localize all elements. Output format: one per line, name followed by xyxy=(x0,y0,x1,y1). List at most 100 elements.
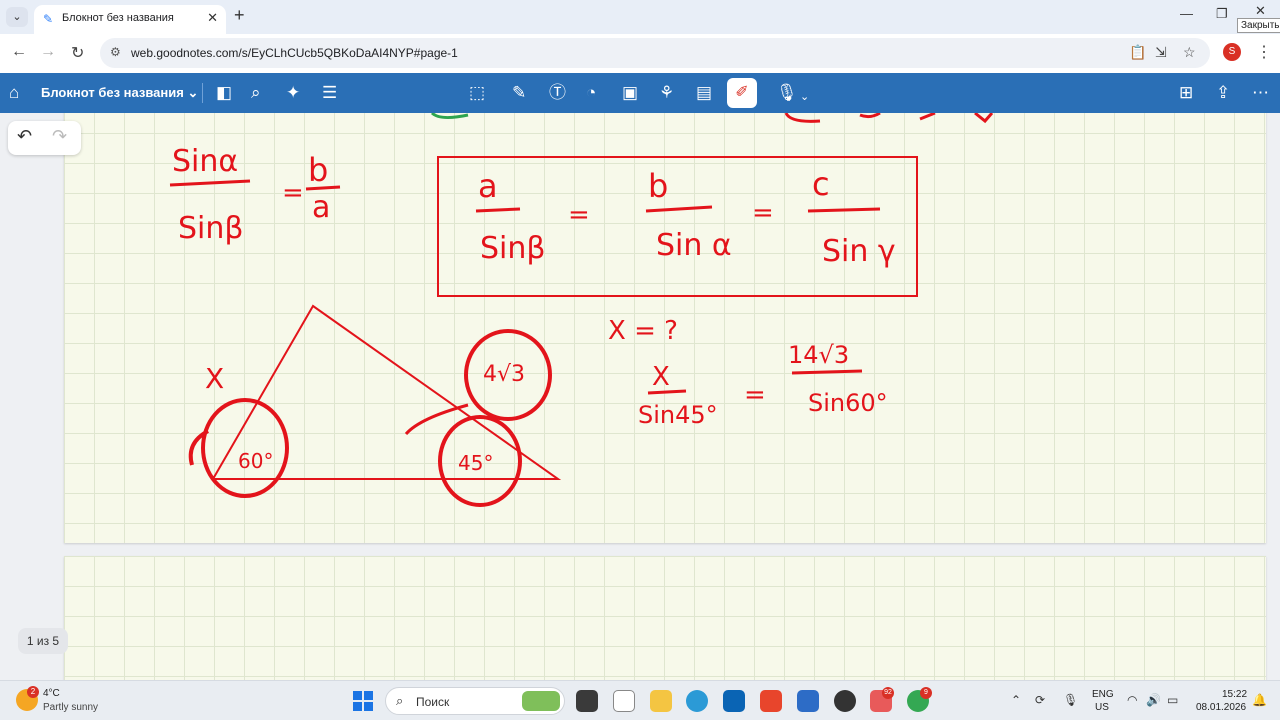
edge-browser-icon[interactable] xyxy=(686,690,708,712)
partial-ink-top xyxy=(784,113,994,124)
shape-tool-icon[interactable]: ◔ xyxy=(586,82,596,104)
undo-icon[interactable]: ↶ xyxy=(17,126,32,147)
ink-box-c-den: Sin γ xyxy=(822,234,896,269)
laser-pointer-tool-icon[interactable]: ✐ xyxy=(727,78,757,108)
task-view-app-icon[interactable] xyxy=(576,690,598,712)
redo-icon[interactable]: ↷ xyxy=(52,126,67,147)
window-close-button[interactable]: ✕ xyxy=(1255,3,1266,19)
sync-icon[interactable]: ⟳ xyxy=(1035,693,1045,707)
tab-search-chevron-icon[interactable]: ⌄ xyxy=(6,7,28,27)
more-options-icon[interactable]: ⋯ xyxy=(1252,82,1269,104)
minimize-button[interactable]: — xyxy=(1180,6,1193,21)
omnibox[interactable]: ⚙ web.goodnotes.com/s/EyCLhCUcb5QBKoDaAI… xyxy=(100,38,1210,68)
sticky-note-icon[interactable]: ▤ xyxy=(696,82,712,104)
notebook-title[interactable]: Блокнот без названия ⌄ xyxy=(41,85,198,101)
chrome-badge: 9 xyxy=(920,687,932,699)
ink-angle-60: 60° xyxy=(238,449,273,473)
microphone-icon[interactable]: 🎙 xyxy=(776,82,798,104)
windows-taskbar: 2 4°C Partly sunny ⌕ Поиск 92 9 ⌃ ⟳ 🎙 EN… xyxy=(0,680,1280,720)
ink-top-left-num: Sinα xyxy=(172,144,238,179)
media-app-icon[interactable] xyxy=(834,690,856,712)
sidebar-toggle-icon[interactable]: ◧ xyxy=(216,82,232,104)
ink-top-left-rhs-den: a xyxy=(312,190,330,225)
start-button[interactable] xyxy=(353,691,373,711)
telegram-badge: 92 xyxy=(882,687,894,699)
goodnotes-toolbar: ⌂ Блокнот без названия ⌄ ◧ ⌕ ✦ ☰ ⬚ ✎ Ⓣ ◔… xyxy=(0,73,1280,113)
browser-tab[interactable]: ✎ Блокнот без названия ✕ xyxy=(34,5,226,34)
temperature[interactable]: 4°C xyxy=(43,688,60,699)
home-icon[interactable]: ⌂ xyxy=(9,82,19,104)
language-region[interactable]: US xyxy=(1095,702,1109,713)
law-of-sines-box xyxy=(437,156,918,297)
file-explorer-icon[interactable] xyxy=(650,690,672,712)
text-tool-icon[interactable]: Ⓣ xyxy=(549,82,566,104)
inkscape-app-icon[interactable] xyxy=(613,690,635,712)
pen-tool-icon[interactable]: ✎ xyxy=(512,82,526,104)
handwriting-layer: Sinα Sinβ = b a a Sinβ = b Sin α = c Sin… xyxy=(169,113,994,507)
angle-60-circle xyxy=(201,398,289,498)
tab-close-icon[interactable]: ✕ xyxy=(207,10,218,26)
reload-icon[interactable]: ↻ xyxy=(71,43,84,63)
page-indicator: 1 из 5 xyxy=(18,628,68,654)
forward-icon[interactable]: → xyxy=(40,43,56,61)
clipboard-icon[interactable]: 📋 xyxy=(1129,44,1146,61)
new-tab-button[interactable]: + xyxy=(234,5,245,26)
ink-prop-rhs-num: 14√3 xyxy=(788,341,849,369)
ink-side-label: X xyxy=(205,362,224,395)
close-tooltip: Закрыть xyxy=(1237,18,1280,33)
address-bar-row: ← → ↻ ⚙ web.goodnotes.com/s/EyCLhCUcb5QB… xyxy=(0,34,1280,72)
mic-dropdown-chevron-icon[interactable]: ⌄ xyxy=(800,86,809,108)
language-code[interactable]: ENG xyxy=(1092,689,1114,700)
share-icon[interactable]: ⇪ xyxy=(1216,82,1230,104)
notebook-canvas[interactable]: Sinα Sinβ = b a a Sinβ = b Sin α = c Sin… xyxy=(0,113,1280,680)
ink-box-eq2: = xyxy=(752,198,774,228)
profile-avatar[interactable]: S xyxy=(1223,43,1241,61)
fraction-bar-c xyxy=(807,207,881,213)
fraction-bar-a xyxy=(475,207,521,213)
clock-time[interactable]: 15:22 xyxy=(1222,689,1247,700)
search-icon: ⌕ xyxy=(396,693,404,708)
clock-date[interactable]: 08.01.2026 xyxy=(1196,702,1246,713)
ai-sparkle-icon[interactable]: ✦ xyxy=(286,82,300,104)
outlook-icon[interactable] xyxy=(723,690,745,712)
tab-title: Блокнот без названия xyxy=(62,12,174,24)
weather-badge: 2 xyxy=(27,686,39,698)
lasso-select-icon[interactable]: ⬚ xyxy=(469,82,485,104)
search-icon[interactable]: ⌕ xyxy=(251,82,261,104)
taskbar-search[interactable]: ⌕ Поиск xyxy=(385,687,565,715)
elements-tool-icon[interactable]: ⚘ xyxy=(659,82,674,104)
wifi-icon[interactable]: ◠ xyxy=(1127,693,1137,707)
bookmark-star-icon[interactable]: ☆ xyxy=(1183,44,1196,61)
browser-tab-strip: ⌄ ✎ Блокнот без названия ✕ + — ❐ ✕ Закры… xyxy=(0,0,1280,34)
browser-menu-icon[interactable]: ⋮ xyxy=(1256,42,1272,62)
fraction-bar-2 xyxy=(305,185,341,191)
ink-top-left-den: Sinβ xyxy=(178,211,244,246)
restore-button[interactable]: ❐ xyxy=(1216,6,1228,22)
ink-top-left-eq: = xyxy=(282,178,304,208)
image-tool-icon[interactable]: ▣ xyxy=(622,82,638,104)
url-text[interactable]: web.goodnotes.com/s/EyCLhCUcb5QBKoDaAI4N… xyxy=(131,46,458,60)
tray-overflow-chevron-icon[interactable]: ⌃ xyxy=(1011,693,1021,707)
install-app-icon[interactable]: ⇲ xyxy=(1155,44,1167,61)
goodnotes-favicon-icon: ✎ xyxy=(43,12,54,26)
toolbar-divider xyxy=(202,83,203,103)
weather-description[interactable]: Partly sunny xyxy=(43,702,98,713)
vivaldi-icon[interactable] xyxy=(760,690,782,712)
notifications-bell-icon[interactable]: 🔔 xyxy=(1252,693,1267,707)
store-icon[interactable] xyxy=(797,690,819,712)
ink-prop-den: Sin45° xyxy=(638,401,718,429)
document-list-icon[interactable]: ☰ xyxy=(322,82,337,104)
microphone-tray-icon[interactable]: 🎙 xyxy=(1063,693,1078,707)
ink-side-known: 4√3 xyxy=(483,362,525,387)
title-chevron-icon: ⌄ xyxy=(187,85,199,100)
battery-icon[interactable]: ▭ xyxy=(1167,693,1178,707)
ink-box-a-num: a xyxy=(478,167,498,205)
back-icon[interactable]: ← xyxy=(11,43,27,61)
search-highlight-image xyxy=(522,691,560,711)
fraction-bar-b xyxy=(645,205,713,213)
add-page-icon[interactable]: ⊞ xyxy=(1179,82,1193,104)
ink-box-c-num: c xyxy=(812,165,830,203)
fraction-bar-rhs xyxy=(791,369,863,375)
volume-icon[interactable]: 🔊 xyxy=(1146,693,1161,707)
site-info-icon[interactable]: ⚙ xyxy=(110,45,121,59)
